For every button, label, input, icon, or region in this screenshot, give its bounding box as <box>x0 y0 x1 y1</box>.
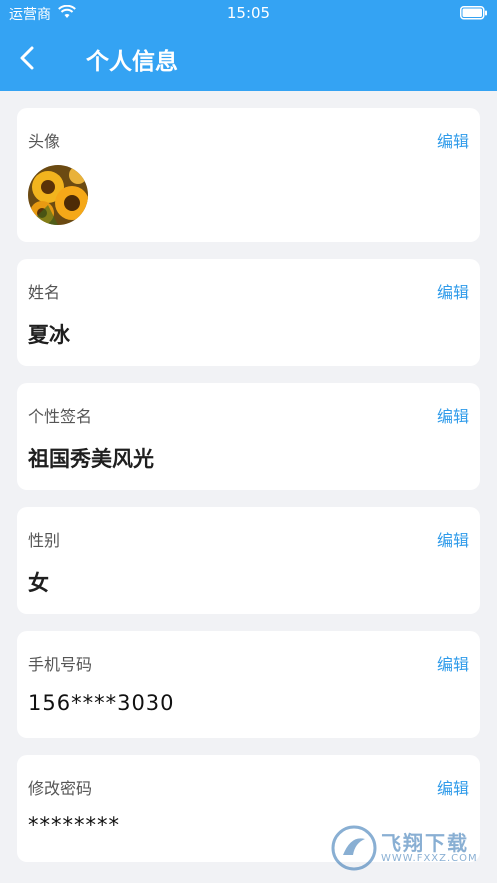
signature-value: 祖国秀美风光 <box>28 447 154 471</box>
edit-phone-button[interactable]: 编辑 <box>437 651 469 675</box>
app-header: 运营商 15:05 个人信息 <box>0 0 497 91</box>
phone-value: 156****3030 <box>28 691 175 715</box>
watermark-url: WWW.FXXZ.COM <box>381 853 478 864</box>
avatar-card: 头像 编辑 <box>17 108 480 242</box>
edit-signature-button[interactable]: 编辑 <box>437 403 469 427</box>
edit-password-button[interactable]: 编辑 <box>437 775 469 799</box>
status-bar: 运营商 15:05 <box>0 0 497 26</box>
gender-card: 性别 编辑 女 <box>17 507 480 614</box>
phone-card: 手机号码 编辑 156****3030 <box>17 631 480 738</box>
name-card: 姓名 编辑 夏冰 <box>17 259 480 366</box>
gender-value: 女 <box>28 571 49 595</box>
name-value: 夏冰 <box>28 323 70 347</box>
phone-label: 手机号码 <box>28 655 93 674</box>
chevron-left-icon <box>20 46 34 70</box>
avatar[interactable] <box>28 165 88 225</box>
edit-name-button[interactable]: 编辑 <box>437 279 469 303</box>
sunflower-avatar-image <box>28 165 88 225</box>
password-value: ******** <box>28 813 120 837</box>
watermark-logo: 飞翔下载 WWW.FXXZ.COM <box>331 825 489 873</box>
back-button[interactable] <box>14 44 42 72</box>
watermark-text: 飞翔下载 <box>381 831 469 855</box>
edit-avatar-button[interactable]: 编辑 <box>437 128 469 152</box>
page-title: 个人信息 <box>86 49 178 75</box>
password-label: 修改密码 <box>28 779 93 798</box>
nav-bar: 个人信息 <box>0 30 497 86</box>
avatar-label: 头像 <box>28 132 61 151</box>
name-label: 姓名 <box>28 283 61 302</box>
battery-icon <box>460 6 488 24</box>
edit-gender-button[interactable]: 编辑 <box>437 527 469 551</box>
signature-label: 个性签名 <box>28 407 93 426</box>
gender-label: 性别 <box>28 531 61 550</box>
watermark-emblem-icon <box>331 825 377 871</box>
status-time: 15:05 <box>226 4 271 22</box>
signature-card: 个性签名 编辑 祖国秀美风光 <box>17 383 480 490</box>
